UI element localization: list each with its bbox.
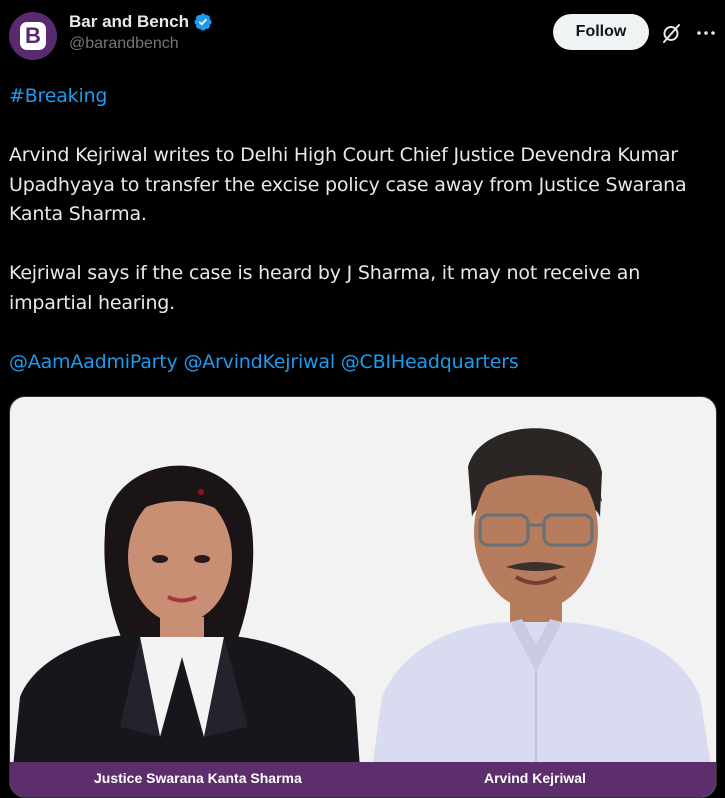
more-options-icon[interactable] — [694, 21, 718, 45]
caption-left: Justice Swarana Kanta Sharma — [94, 770, 302, 786]
avatar[interactable]: B — [9, 12, 57, 60]
mentions: @AamAadmiParty @ArvindKejriwal @CBIHeadq… — [9, 348, 709, 378]
handle[interactable]: @barandbench — [69, 35, 213, 53]
follow-button[interactable]: Follow — [553, 14, 649, 50]
left-portrait — [10, 465, 362, 797]
hashtag-link[interactable]: #Breaking — [9, 85, 107, 107]
display-name[interactable]: Bar and Bench — [69, 12, 189, 32]
author-info: Bar and Bench @barandbench — [69, 12, 213, 53]
mention-link[interactable]: @ArvindKejriwal — [183, 351, 335, 373]
tweet-media-image[interactable]: Justice Swarana Kanta Sharma Arvind Kejr… — [9, 396, 717, 798]
tweet-paragraph-2: Kejriwal says if the case is heard by J … — [9, 262, 641, 314]
caption-right: Arvind Kejriwal — [484, 770, 586, 786]
display-name-row[interactable]: Bar and Bench — [69, 12, 213, 32]
media-illustration — [10, 428, 716, 797]
right-portrait — [368, 428, 716, 797]
avatar-logo: B — [20, 22, 46, 50]
grok-icon[interactable] — [660, 21, 684, 45]
verified-badge-icon — [194, 13, 212, 31]
mention-link[interactable]: @AamAadmiParty — [9, 351, 178, 373]
mention-link[interactable]: @CBIHeadquarters — [341, 351, 519, 373]
tweet-paragraph-1: Arvind Kejriwal writes to Delhi High Cou… — [9, 144, 687, 225]
tweet-header: B Bar and Bench @barandbench Follow — [0, 0, 725, 80]
tweet-text: #Breaking Arvind Kejriwal writes to Delh… — [9, 82, 709, 377]
